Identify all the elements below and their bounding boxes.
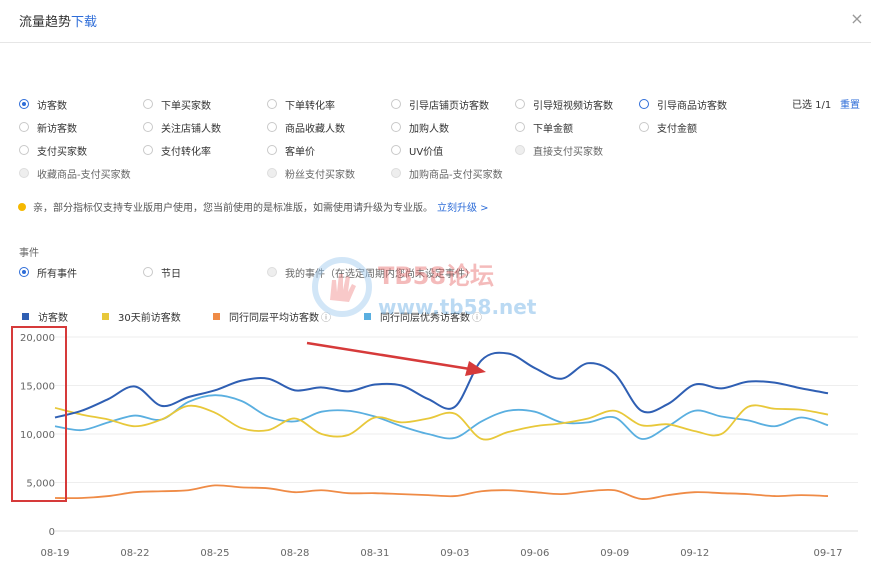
x-tick-label: 09-09 xyxy=(600,548,629,559)
annotation-arrow xyxy=(306,341,471,371)
x-tick-label: 08-22 xyxy=(120,548,149,559)
x-tick-label: 08-25 xyxy=(200,548,229,559)
x-tick-label: 08-28 xyxy=(280,548,309,559)
traffic-trend-chart: 20,00015,00010,0005,000008-19 08-22 08-25 0… xyxy=(20,333,858,559)
annotation-arrowhead xyxy=(465,361,486,376)
x-tick-label: 09-03 xyxy=(440,548,469,559)
x-tick-label: 08-19 xyxy=(40,548,69,559)
series-line xyxy=(54,484,829,501)
series-line xyxy=(54,394,829,440)
x-tick-label: 09-12 xyxy=(680,548,709,559)
annotation-box xyxy=(11,326,67,502)
x-tick-label: 08-31 xyxy=(360,548,389,559)
x-tick-label: 09-17 xyxy=(813,548,842,559)
y-tick-label: 0 xyxy=(49,527,55,538)
x-tick-label: 09-06 xyxy=(520,548,549,559)
